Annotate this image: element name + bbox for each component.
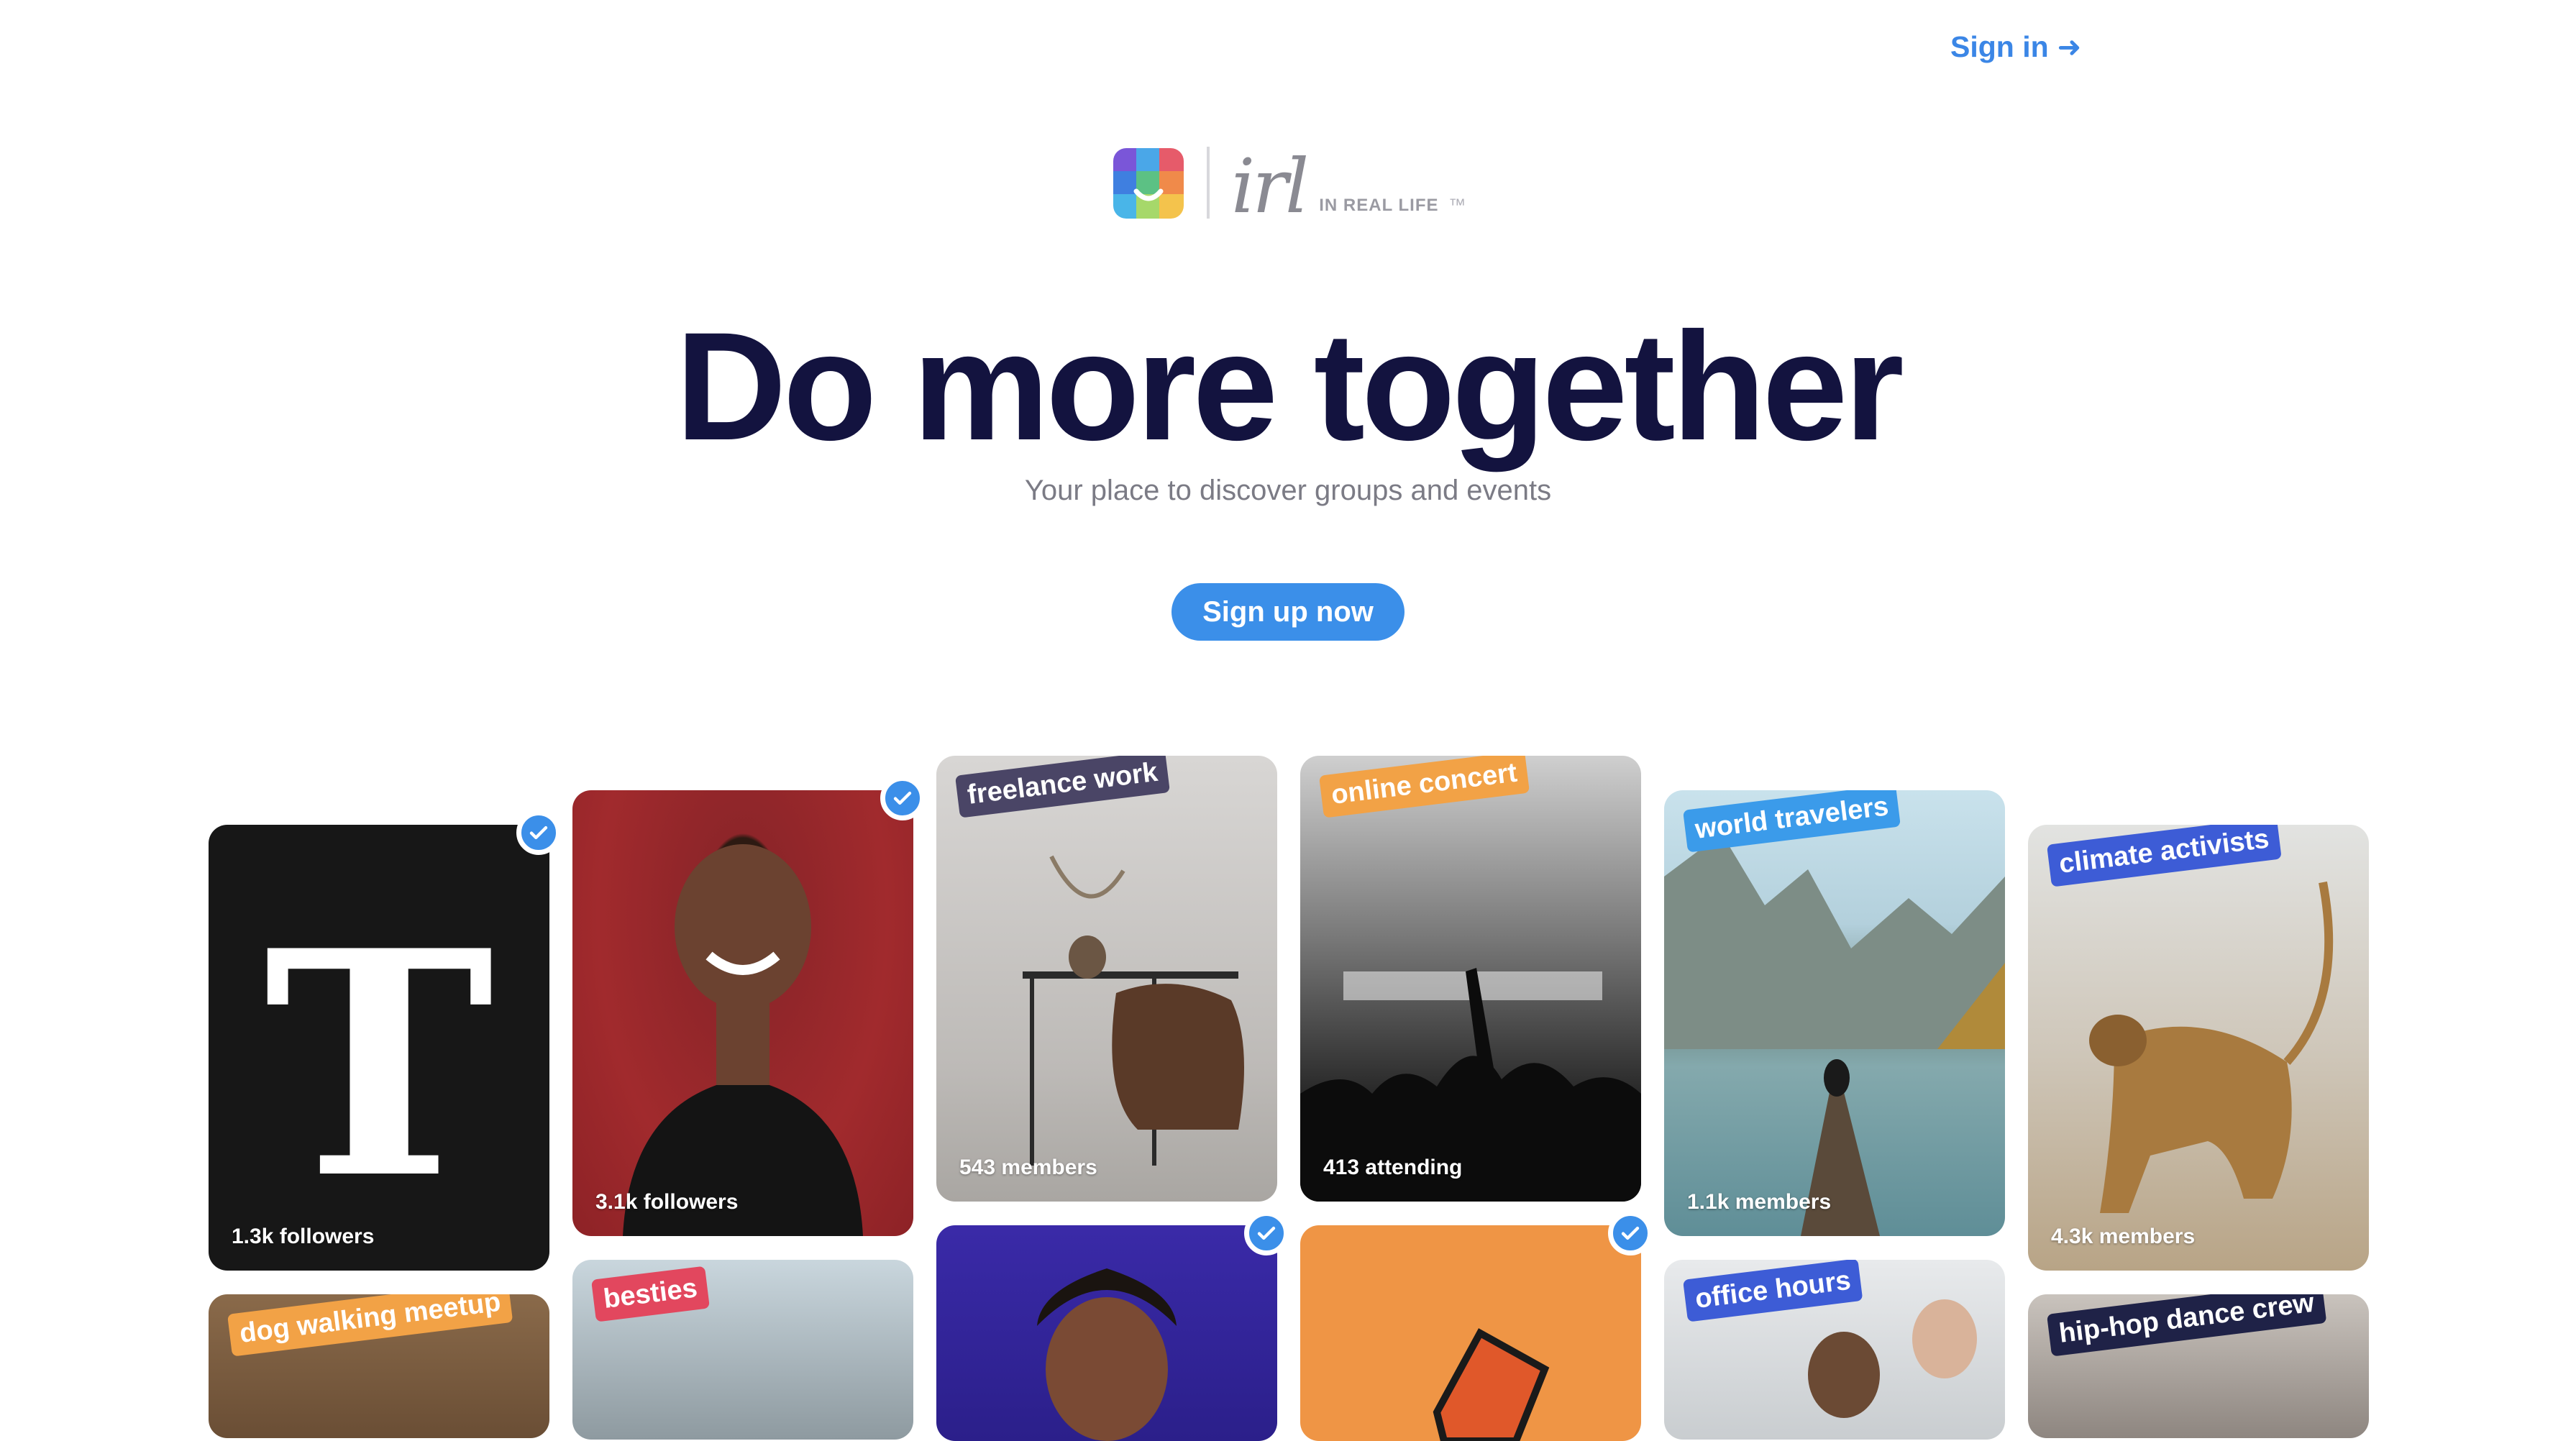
card-person[interactable]: 3.1k followers [572,790,913,1236]
card-label: hip-hop dance crew [2047,1294,2327,1357]
card-label: dog walking meetup [227,1294,513,1357]
card-stat: 3.1k followers [595,1190,739,1214]
card-singer[interactable] [936,1225,1277,1441]
sign-in-label: Sign in [1950,30,2049,63]
nyt-logo-icon: T [264,884,494,1247]
hero-title: Do more together [675,301,1904,472]
card-office-hours[interactable]: office hours [1664,1260,2005,1440]
verified-badge-icon [880,776,925,820]
hero-subtitle: Your place to discover groups and events [1024,475,1552,506]
card-stat: 1.3k followers [232,1225,375,1248]
logo-tagline: IN REAL LIFE ™ [1319,196,1466,216]
card-world-travelers[interactable]: world travelers 1.1k members [1664,790,2005,1236]
verified-badge-icon [516,810,561,855]
verified-badge-icon [1608,1211,1653,1255]
logo-divider [1207,147,1210,219]
sign-up-button[interactable]: Sign up now [1171,583,1405,641]
card-stat: 413 attending [1323,1156,1463,1179]
card-dog-walking[interactable]: dog walking meetup [209,1294,549,1438]
card-climate-activists[interactable]: climate activists 4.3k members [2028,825,2369,1271]
logo-tagline-text: IN REAL LIFE [1319,196,1439,215]
card-stat: 543 members [959,1156,1097,1179]
card-besties[interactable]: besties [572,1260,913,1440]
card-label: besties [591,1266,710,1322]
arrow-right-icon: ➜ [2057,31,2082,63]
card-online-concert[interactable]: online concert 413 attending [1300,756,1641,1202]
card-orange[interactable] [1300,1225,1641,1441]
sign-in-link[interactable]: Sign in ➜ [1950,30,2081,64]
card-nyt[interactable]: T 1.3k followers [209,825,549,1271]
brand-logo: irl IN REAL LIFE ™ [1113,142,1466,230]
app-logo-icon [1113,148,1184,219]
card-freelance[interactable]: freelance work 543 members [936,756,1277,1202]
card-stat: 1.1k members [1687,1190,1832,1214]
card-stat: 4.3k members [2051,1225,2196,1248]
logo-wordmark: irl [1231,142,1309,230]
trademark-mark: ™ [1448,196,1467,215]
verified-badge-icon [1244,1211,1289,1255]
card-hip-hop[interactable]: hip-hop dance crew [2028,1294,2369,1438]
